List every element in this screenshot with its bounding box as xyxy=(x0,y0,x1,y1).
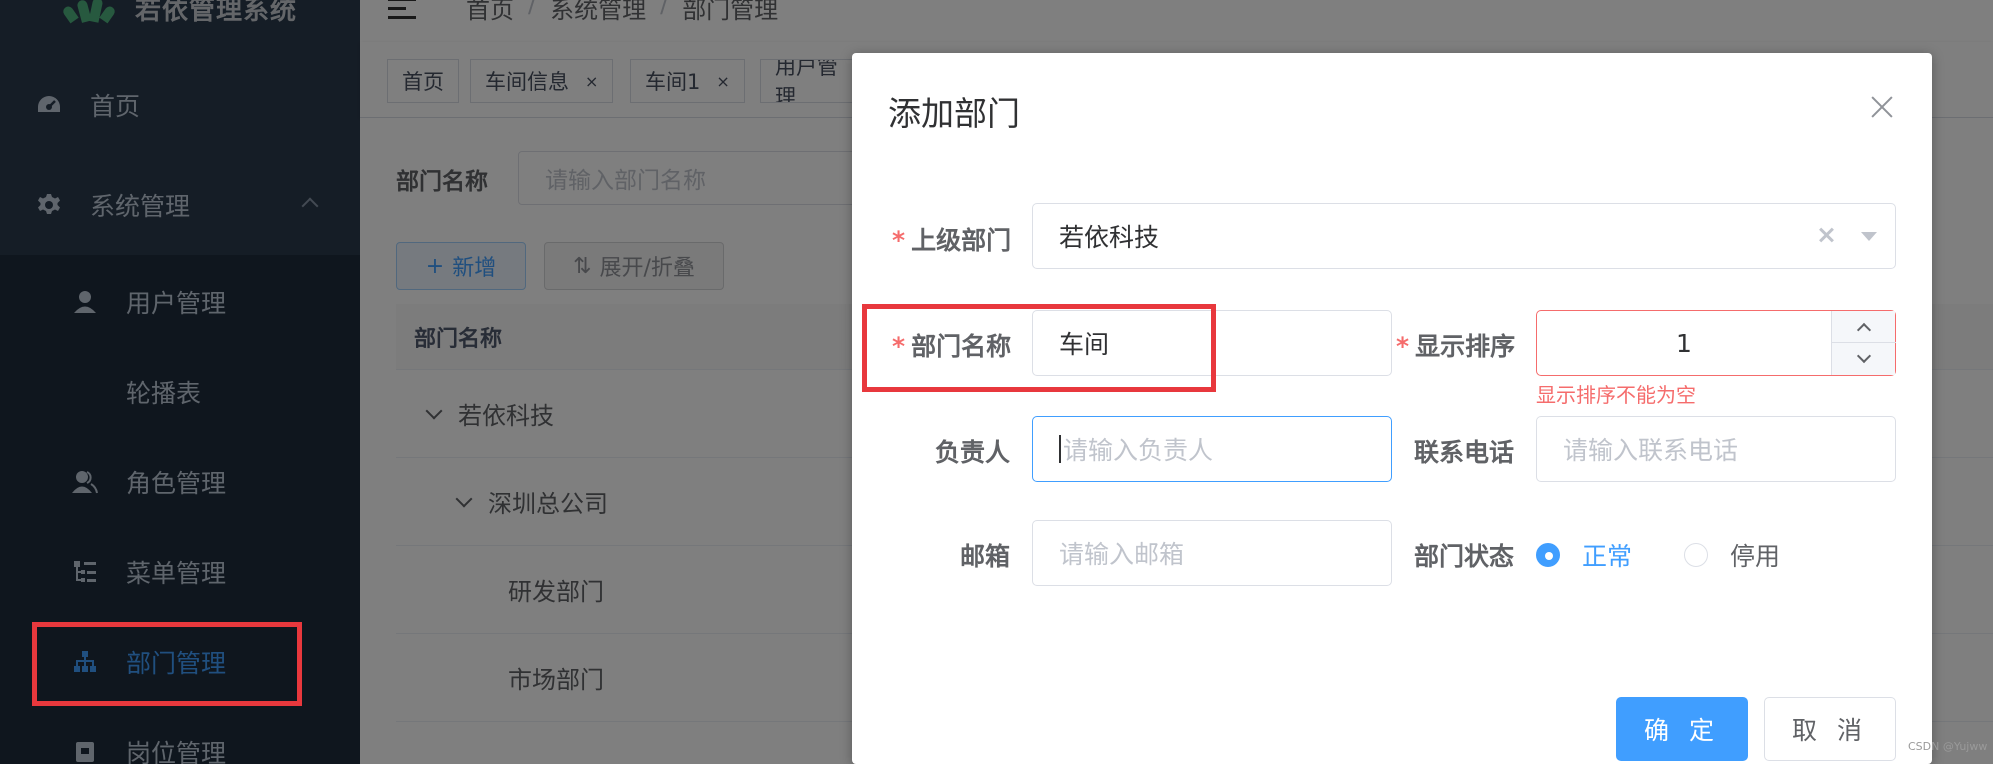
text-cursor xyxy=(1059,435,1061,463)
parent-dept-label: * 上级部门 xyxy=(892,226,1012,255)
cancel-button[interactable]: 取 消 xyxy=(1764,697,1896,761)
clear-icon[interactable] xyxy=(1815,224,1837,246)
annotation-highlight-sidebar xyxy=(32,622,302,706)
close-icon[interactable] xyxy=(1868,93,1896,121)
leader-label: 负责人 xyxy=(934,438,1010,467)
increase-button[interactable] xyxy=(1832,311,1896,343)
chevron-down-icon xyxy=(1856,348,1872,364)
radio-label: 正常 xyxy=(1582,542,1633,571)
email-placeholder: 请输入邮箱 xyxy=(1059,540,1185,569)
radio-checked-icon xyxy=(1536,543,1560,567)
annotation-highlight-dept-name xyxy=(862,304,1216,392)
dialog-title: 添加部门 xyxy=(888,94,1020,133)
email-input[interactable]: 请输入邮箱 xyxy=(1032,520,1392,586)
phone-placeholder: 请输入联系电话 xyxy=(1563,436,1739,465)
add-dept-dialog: 添加部门 * 上级部门 若依科技 * 部门名称 车间 * 显示排序 1 显示排序不能为… xyxy=(852,53,1932,764)
chevron-up-icon xyxy=(1856,322,1872,337)
display-order-error: 显示排序不能为空 xyxy=(1536,383,1696,407)
caret-down-icon[interactable] xyxy=(1861,232,1877,241)
radio-unchecked-icon xyxy=(1684,543,1708,567)
phone-input[interactable]: 请输入联系电话 xyxy=(1536,416,1896,482)
phone-label: 联系电话 xyxy=(1413,438,1514,467)
display-order-stepper[interactable]: 1 xyxy=(1536,310,1896,376)
parent-dept-value: 若依科技 xyxy=(1059,223,1160,252)
status-radio-normal[interactable]: 正常 xyxy=(1536,537,1632,573)
parent-dept-select[interactable]: 若依科技 xyxy=(1032,203,1896,269)
decrease-button[interactable] xyxy=(1832,343,1896,375)
status-radio-disabled[interactable]: 停用 xyxy=(1684,537,1780,573)
watermark: CSDN @Yujww xyxy=(1908,740,1988,753)
display-order-label: * 显示排序 xyxy=(1396,332,1516,361)
radio-label: 停用 xyxy=(1730,542,1781,571)
leader-input[interactable]: 请输入负责人 xyxy=(1032,416,1392,482)
display-order-value: 1 xyxy=(1676,328,1692,358)
email-label: 邮箱 xyxy=(959,542,1010,571)
confirm-button[interactable]: 确 定 xyxy=(1616,697,1748,761)
stepper-controls xyxy=(1831,311,1896,375)
dept-status-label: 部门状态 xyxy=(1413,542,1514,571)
leader-placeholder: 请输入负责人 xyxy=(1063,436,1214,465)
